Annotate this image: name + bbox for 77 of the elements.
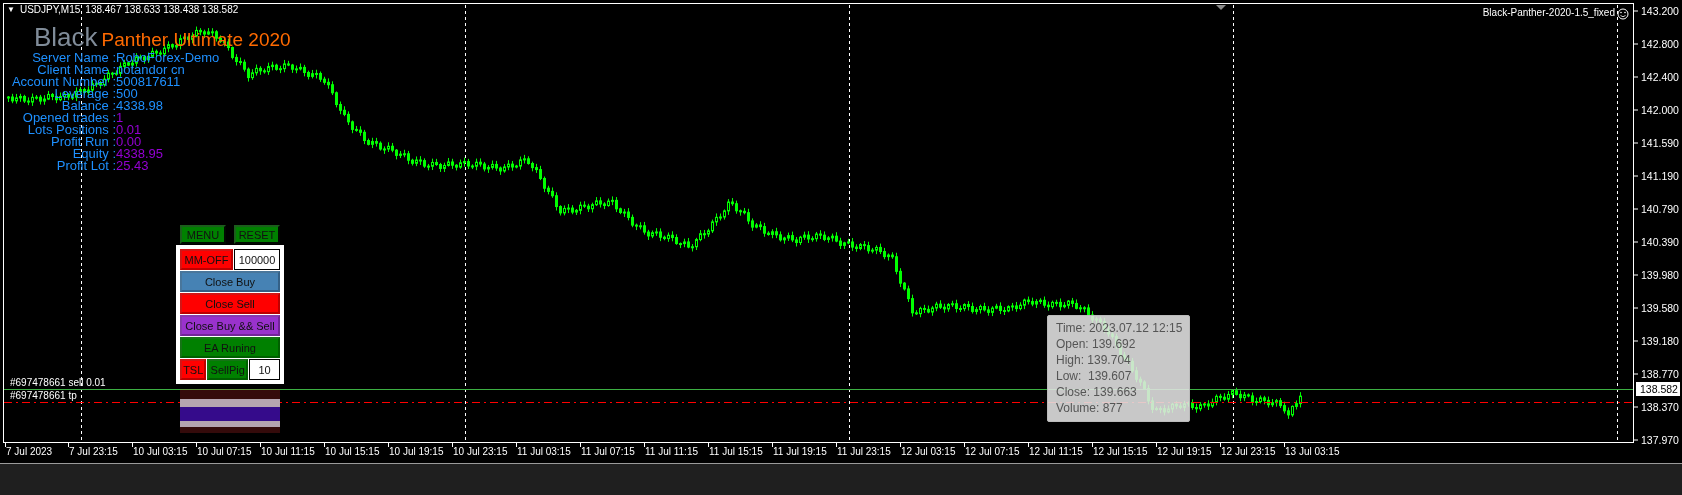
time-label: 10 Jul 15:15	[325, 446, 380, 457]
panel-button[interactable]: SellPig	[207, 359, 248, 380]
symbol-label: USDJPY,M15	[19, 4, 81, 16]
time-label: 12 Jul 23:15	[1221, 446, 1276, 457]
price-label: 141.590	[1641, 137, 1679, 149]
panel-button[interactable]: RESET	[234, 225, 280, 244]
time-label: 11 Jul 23:15	[837, 446, 891, 457]
panel-button[interactable]: EA Runing	[180, 337, 280, 358]
price-label: 142.800	[1641, 38, 1679, 50]
time-label: 11 Jul 03:15	[517, 446, 571, 457]
time-label: 12 Jul 19:15	[1157, 446, 1212, 457]
info-value: 500	[116, 88, 138, 100]
info-value: 25.43	[116, 160, 149, 172]
panel-button[interactable]: Close Sell	[180, 293, 280, 314]
price-label: 143.200	[1641, 5, 1679, 17]
info-label: Profit Lot :	[55, 160, 116, 172]
tooltip-text: High: 139.704	[1056, 352, 1132, 368]
time-label: 11 Jul 11:15	[645, 446, 698, 457]
tooltip-text: Close: 139.663	[1056, 384, 1138, 400]
time-label: 11 Jul 15:15	[709, 446, 763, 457]
info-label: Server Name :	[31, 52, 116, 64]
time-label: 10 Jul 03:15	[133, 446, 188, 457]
tooltip-text: Open: 139.692	[1056, 336, 1137, 352]
time-label: 12 Jul 15:15	[1093, 446, 1148, 457]
time-label: 10 Jul 07:15	[197, 446, 252, 457]
info-label: Lots Positions :	[27, 124, 116, 136]
tooltip-text: Volume: 877	[1056, 400, 1124, 416]
info-label: Client Name :	[36, 64, 116, 76]
time-label: 11 Jul 07:15	[581, 446, 635, 457]
panel-button[interactable]: MENU	[180, 225, 226, 244]
input-field[interactable]: 100000	[234, 249, 280, 270]
price-label: 140.790	[1641, 203, 1679, 215]
price-label: 138.370	[1641, 401, 1679, 413]
info-value: 4338.98	[116, 100, 163, 112]
tooltip-text: Time: 2023.07.12 12:15	[1056, 320, 1181, 336]
input-field[interactable]: 10	[249, 359, 280, 380]
current-price-label: 138.582	[1636, 382, 1680, 396]
info-label: Equity :	[71, 148, 116, 160]
info-value: 1	[116, 112, 124, 124]
info-value: 0.00	[116, 136, 142, 148]
price-label: 139.580	[1641, 302, 1679, 314]
chart-shift-icon[interactable]	[1216, 5, 1226, 10]
time-label: 12 Jul 03:15	[901, 446, 956, 457]
time-label: 12 Jul 07:15	[965, 446, 1020, 457]
time-label: 11 Jul 19:15	[773, 446, 827, 457]
time-label: 10 Jul 23:15	[453, 446, 508, 457]
info-value: 500817611	[116, 76, 181, 88]
info-label: Opened trades :	[21, 112, 116, 124]
menu-arrow[interactable]: ▼	[7, 4, 15, 16]
expert-name: Black-Panther-2020-1.5_fixed	[1482, 7, 1615, 19]
order-label: #697478661 tp	[10, 389, 77, 402]
quote-label: 138.467 138.633 138.438 138.582	[85, 4, 239, 16]
time-label: 10 Jul 19:15	[389, 446, 444, 457]
price-label: 140.390	[1641, 236, 1679, 248]
price-label: 137.970	[1641, 434, 1679, 446]
panel-button[interactable]: Close Buy && Sell	[180, 315, 280, 336]
price-label: 138.770	[1641, 368, 1679, 380]
time-label: 7 Jul 2023	[6, 446, 53, 457]
info-label: Profit Run :	[49, 136, 116, 148]
price-label: 142.400	[1641, 71, 1679, 83]
order-label: #697478661 sell 0.01	[10, 376, 106, 389]
panel-button[interactable]: MM-OFF	[180, 249, 233, 270]
price-label: 142.000	[1641, 104, 1679, 116]
brand-title: Black	[34, 24, 98, 50]
info-value: 0.01	[116, 124, 142, 136]
price-label: 139.980	[1641, 269, 1679, 281]
panel-button[interactable]: Close Buy	[180, 271, 280, 292]
panel-button[interactable]: TSL	[180, 359, 207, 380]
time-label: 12 Jul 11:15	[1029, 446, 1083, 457]
time-label: 7 Jul 23:15	[69, 446, 118, 457]
tooltip-text: Low: 139.607	[1056, 368, 1133, 384]
time-label: 13 Jul 03:15	[1285, 446, 1340, 457]
info-value: 4338.95	[116, 148, 163, 160]
price-label: 139.180	[1641, 335, 1679, 347]
info-label: Balance :	[61, 100, 116, 112]
time-label: 10 Jul 11:15	[261, 446, 315, 457]
price-label: 141.190	[1641, 170, 1679, 182]
